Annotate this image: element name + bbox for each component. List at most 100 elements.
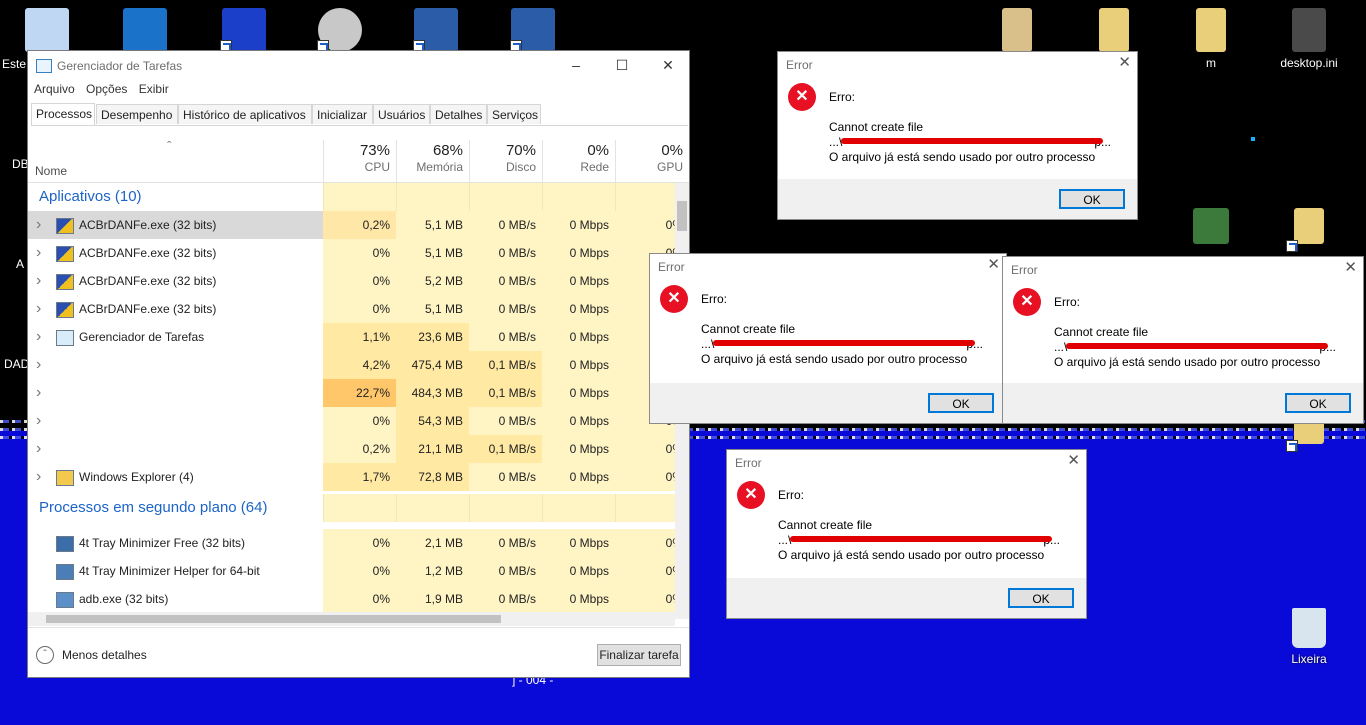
- ok-button[interactable]: OK: [1059, 189, 1125, 209]
- group-header-cell: [615, 494, 675, 522]
- expand-chevron-icon[interactable]: ›: [36, 295, 41, 323]
- desktop-icon-computer[interactable]: [7, 8, 87, 56]
- process-row[interactable]: › ACBrDANFe.exe (32 bits) 0% 5,1 MB 0 MB/s 0 …: [28, 295, 675, 323]
- shortcut-arrow-icon: [1286, 440, 1298, 452]
- tab-desempenho[interactable]: Desempenho: [96, 104, 178, 124]
- process-row[interactable]: › ACBrDANFe.exe (32 bits) 0,2% 5,1 MB 0 MB/s…: [28, 211, 675, 239]
- tab-usuarios[interactable]: Usuários: [373, 104, 430, 124]
- ok-button[interactable]: OK: [928, 393, 994, 413]
- tab-processos[interactable]: Processos: [31, 103, 95, 125]
- column-network[interactable]: 0% Rede: [542, 140, 615, 182]
- ok-button[interactable]: OK: [1285, 393, 1351, 413]
- close-icon[interactable]: ✕: [1067, 451, 1080, 469]
- process-row[interactable]: ›22,7%484,3 MB0,1 MB/s0 Mbps0%: [28, 379, 675, 407]
- desktop-icon-teamviewer[interactable]: [105, 8, 185, 56]
- redaction-mark: [1066, 343, 1328, 349]
- desktop-icon-winrar[interactable]: [1171, 208, 1251, 248]
- process-row[interactable]: › Gerenciador de Tarefas 1,1% 23,6 MB 0 MB/s…: [28, 323, 675, 351]
- process-row[interactable]: 4t Tray Minimizer Free (32 bits) 0% 2,1 MB…: [28, 529, 675, 557]
- close-icon[interactable]: ✕: [1118, 53, 1131, 71]
- group-header-cell: [469, 494, 542, 522]
- menu-arquivo[interactable]: Arquivo: [34, 82, 75, 96]
- process-name-cell: › Windows Explorer (4): [28, 463, 323, 491]
- error-label: Erro:: [829, 90, 856, 104]
- process-name-cell: ›: [28, 379, 323, 407]
- group-header-cell: [396, 183, 469, 211]
- process-net-value: 0 Mbps: [542, 379, 615, 407]
- expand-chevron-icon[interactable]: ›: [36, 267, 41, 295]
- close-icon[interactable]: ✕: [1344, 258, 1357, 276]
- gpu-total: 0%: [661, 142, 683, 159]
- process-row[interactable]: ›0%54,3 MB0 MB/s0 Mbps0%: [28, 407, 675, 435]
- maximize-button[interactable]: ☐: [599, 51, 645, 81]
- expand-chevron-icon[interactable]: ›: [36, 351, 41, 379]
- process-name-cell: › ACBrDANFe.exe (32 bits): [28, 239, 323, 267]
- tab-inicializar[interactable]: Inicializar: [312, 104, 373, 124]
- desktop-icon-recycle-bin[interactable]: Lixeira: [1269, 608, 1349, 666]
- expand-chevron-icon[interactable]: ›: [36, 379, 41, 407]
- close-icon[interactable]: ✕: [987, 255, 1000, 273]
- scrollbar-thumb[interactable]: [46, 615, 501, 623]
- process-net-value: 0 Mbps: [542, 295, 615, 323]
- process-mem-value: 475,4 MB: [396, 351, 469, 379]
- desktop-icon-folder-3[interactable]: [1269, 208, 1349, 248]
- process-row[interactable]: › ACBrDANFe.exe (32 bits) 0% 5,1 MB 0 MB/s 0 …: [28, 239, 675, 267]
- expand-chevron-icon[interactable]: ›: [36, 407, 41, 435]
- process-row[interactable]: ›4,2%475,4 MB0,1 MB/s0 Mbps0%: [28, 351, 675, 379]
- process-row[interactable]: › ACBrDANFe.exe (32 bits) 0% 5,2 MB 0 MB/s 0 …: [28, 267, 675, 295]
- menu-exibir[interactable]: Exibir: [139, 82, 169, 96]
- process-row[interactable]: › Windows Explorer (4) 1,7% 72,8 MB 0 MB/s 0 …: [28, 463, 675, 491]
- desktop-icon-label: Lixeira: [1291, 652, 1327, 666]
- title-bar[interactable]: Gerenciador de Tarefas – ☐ ✕: [28, 51, 689, 81]
- group-header-cell: [323, 494, 396, 522]
- desktop-icon-sped[interactable]: [300, 8, 380, 56]
- column-disk[interactable]: 70% Disco: [469, 140, 542, 182]
- desktop-icon-desktop-ini[interactable]: desktop.ini: [1269, 8, 1349, 70]
- desktop-icon-receitanet-2[interactable]: [493, 8, 573, 56]
- end-task-button[interactable]: Finalizar tarefa: [597, 644, 681, 666]
- process-row[interactable]: 4t Tray Minimizer Helper for 64-bit 0% 1,2…: [28, 557, 675, 585]
- error-detail: O arquivo já está sendo usado por outro …: [1054, 355, 1321, 369]
- desktop-icon-m[interactable]: m: [1171, 8, 1251, 70]
- column-memory[interactable]: 68% Memória: [396, 140, 469, 182]
- menu-opcoes[interactable]: Opções: [86, 82, 127, 96]
- desktop-icon-receita[interactable]: [204, 8, 284, 56]
- column-cpu[interactable]: 73% CPU: [323, 140, 396, 182]
- error-detail: O arquivo já está sendo usado por outro …: [701, 352, 968, 366]
- column-gpu[interactable]: 0% GPU: [615, 140, 689, 182]
- process-cpu-value: 0,2%: [323, 435, 396, 463]
- expand-chevron-icon[interactable]: ›: [36, 239, 41, 267]
- process-row[interactable]: adb.exe (32 bits)0%1,9 MB0 MB/s0 Mbps0%: [28, 585, 675, 613]
- horizontal-scrollbar[interactable]: [28, 612, 675, 626]
- desktop-icon-receitanet-1[interactable]: [396, 8, 476, 56]
- minimize-button[interactable]: –: [553, 51, 599, 81]
- chevron-up-icon[interactable]: ˆ: [36, 646, 54, 664]
- process-row[interactable]: › 0,2%21,1 MB0,1 MB/s0 Mbps0%: [28, 435, 675, 463]
- ok-button[interactable]: OK: [1008, 588, 1074, 608]
- error-label: Erro:: [1054, 295, 1081, 309]
- column-name[interactable]: Nome: [35, 164, 67, 178]
- process-name-cell: ›: [28, 351, 323, 379]
- scrollbar-thumb[interactable]: [677, 201, 687, 231]
- expand-chevron-icon[interactable]: ›: [36, 435, 41, 463]
- process-net-value: 0 Mbps: [542, 351, 615, 379]
- process-gpu-value: 0%: [615, 585, 675, 613]
- process-mem-value: 5,1 MB: [396, 295, 469, 323]
- expand-chevron-icon[interactable]: ›: [36, 323, 41, 351]
- tab-detalhes[interactable]: Detalhes: [430, 104, 487, 124]
- disk-total: 70%: [505, 142, 536, 159]
- tab-historico[interactable]: Histórico de aplicativos: [178, 104, 312, 124]
- error-message: Cannot create file: [1054, 325, 1149, 339]
- desktop-icon-folder-1[interactable]: [977, 8, 1057, 56]
- group-header: Aplicativos (10): [28, 183, 675, 211]
- folder-icon: [1099, 8, 1129, 52]
- close-button[interactable]: ✕: [645, 51, 691, 81]
- process-name: ACBrDANFe.exe (32 bits): [79, 274, 217, 288]
- tab-servicos[interactable]: Serviços: [487, 104, 541, 124]
- desktop-icon-folder-2[interactable]: [1074, 8, 1154, 56]
- less-details-link[interactable]: Menos detalhes: [62, 648, 147, 662]
- expand-chevron-icon[interactable]: ›: [36, 463, 41, 491]
- error-detail: O arquivo já está sendo usado por outro …: [778, 548, 1045, 562]
- expand-chevron-icon[interactable]: ›: [36, 211, 41, 239]
- process-disk-value: 0 MB/s: [469, 585, 542, 613]
